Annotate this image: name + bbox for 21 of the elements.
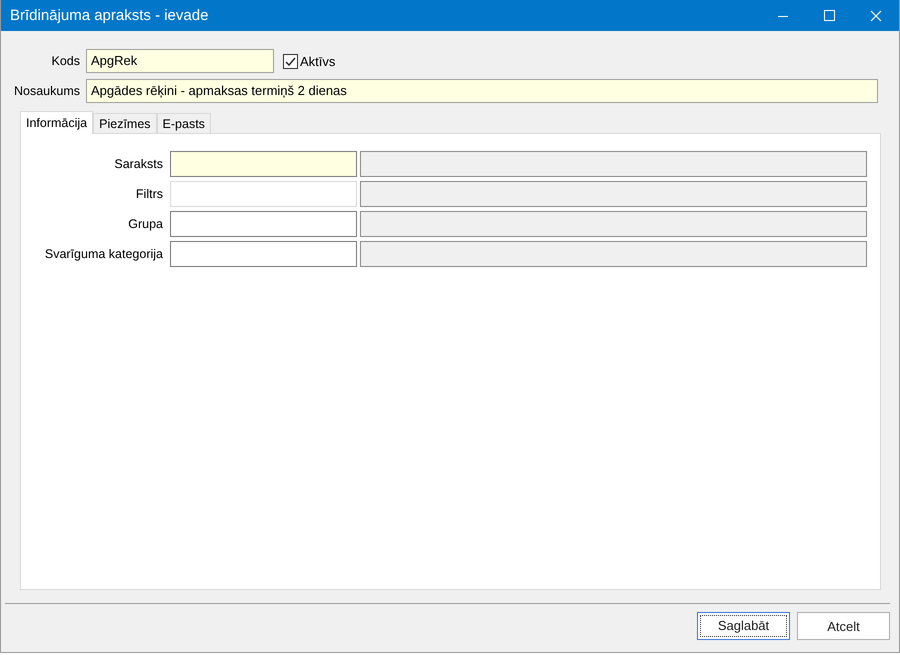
maximize-icon[interactable] <box>824 10 835 21</box>
field-label: Grupa <box>127 217 164 231</box>
checkbox[interactable] <box>283 54 298 68</box>
tab[interactable]: Informācija <box>20 111 94 134</box>
close-icon[interactable] <box>870 10 882 22</box>
field-label: Saraksts <box>113 157 164 171</box>
checkbox-label: Aktīvs <box>300 54 336 68</box>
input-field[interactable] <box>170 241 357 267</box>
dialog-button[interactable]: Atcelt <box>797 612 890 640</box>
window-title: Brīdinājuma apraksts - ievade <box>9 7 208 24</box>
tab[interactable]: Piezīmes <box>93 113 157 133</box>
tab[interactable]: E-pasts <box>156 113 211 133</box>
dialog-button[interactable]: Saglabāt <box>697 612 790 640</box>
field-label: Svarīguma kategorija <box>44 247 164 261</box>
field-label: Filtrs <box>134 187 164 201</box>
name-field[interactable]: Apgādes rēķini - apmaksas termiņš 2 dienas <box>86 79 878 103</box>
code-field[interactable]: ApgRek <box>86 49 274 73</box>
input-field[interactable] <box>170 151 357 177</box>
field-label: Kods <box>50 54 81 68</box>
input-field[interactable] <box>170 211 357 237</box>
field-label: Nosaukums <box>13 84 81 98</box>
